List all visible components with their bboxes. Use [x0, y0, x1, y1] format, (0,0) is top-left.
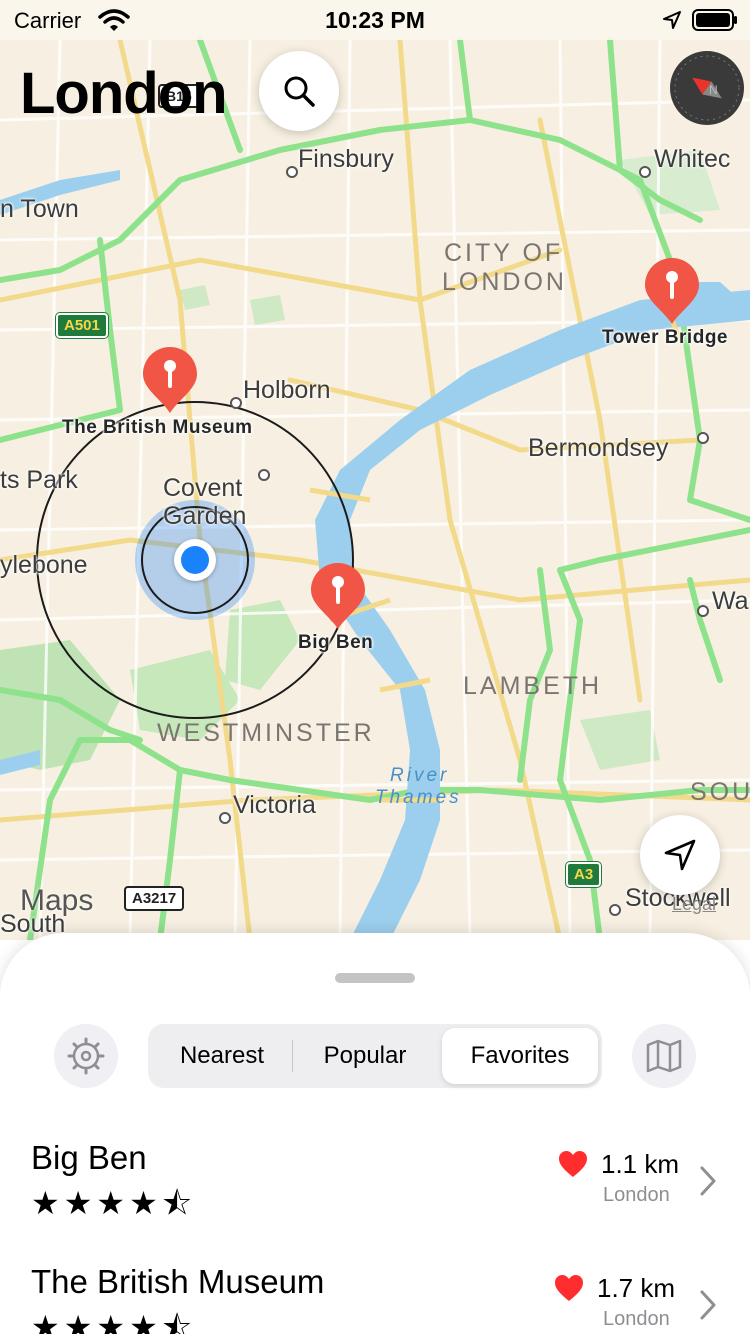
page-title: London: [20, 61, 228, 126]
list-item[interactable]: The British Museum ★★★★⯪ 1.7 km London: [0, 1257, 750, 1334]
list-item[interactable]: Big Ben ★★★★⯪ 1.1 km London: [0, 1133, 750, 1257]
heart-icon[interactable]: [558, 1150, 588, 1178]
river-label: River: [390, 765, 450, 786]
item-city: London: [603, 1184, 670, 1206]
item-city: London: [603, 1308, 670, 1330]
pin-label[interactable]: Big Ben: [298, 632, 373, 654]
item-title: Big Ben: [31, 1139, 147, 1176]
road-shield: A501: [56, 313, 108, 338]
place-label: n Town: [0, 195, 79, 223]
place-label: Garden: [163, 502, 247, 530]
item-distance: 1.7 km: [597, 1273, 676, 1303]
place-label: Finsbury: [298, 145, 394, 173]
status-bar: Carrier 10:23 PM: [0, 0, 750, 40]
user-location-dot[interactable]: [174, 539, 216, 581]
pin-label[interactable]: The British Museum: [62, 417, 253, 439]
compass-icon[interactable]: N: [669, 50, 745, 126]
svg-text:N: N: [709, 83, 718, 97]
area-label-westminster: WESTMINSTER: [157, 719, 375, 747]
legal-link[interactable]: Legal: [672, 894, 716, 915]
place-label: ts Park: [0, 466, 78, 494]
search-icon: [284, 76, 315, 107]
gear-icon: [67, 1037, 105, 1075]
river-label: Thames: [375, 787, 462, 808]
map-pin-icon[interactable]: [643, 256, 701, 328]
place-label: Holborn: [243, 376, 331, 404]
area-label-lambeth: LAMBETH: [463, 672, 603, 700]
maps-logo: Maps: [20, 884, 94, 917]
location-arrow-icon: [663, 11, 681, 29]
map-view[interactable]: CITY OF LONDON LAMBETH WESTMINSTER Finsb…: [0, 0, 750, 940]
map-pin-icon[interactable]: [309, 561, 367, 633]
rating-stars: ★★★★⯪: [31, 1308, 197, 1334]
item-title: The British Museum: [31, 1263, 325, 1300]
settings-button[interactable]: [54, 1024, 118, 1088]
heart-icon[interactable]: [554, 1274, 584, 1302]
map-view-button[interactable]: [632, 1024, 696, 1088]
item-distance: 1.1 km: [601, 1149, 680, 1179]
segment-nearest[interactable]: Nearest: [152, 1028, 292, 1084]
place-label: SOU: [690, 778, 750, 806]
place-label: Bermondsey: [528, 434, 669, 462]
map-pin-icon[interactable]: [141, 345, 199, 417]
place-label: Covent: [163, 474, 243, 502]
road-shield: A3217: [124, 886, 185, 911]
sheet-grabber[interactable]: [335, 973, 415, 983]
place-label: Whitec: [654, 145, 731, 173]
pin-label[interactable]: Tower Bridge: [602, 327, 728, 349]
segment-favorites[interactable]: Favorites: [442, 1028, 598, 1084]
battery-icon: [692, 9, 737, 31]
place-label: ylebone: [0, 551, 88, 579]
search-button[interactable]: [259, 51, 339, 131]
area-label-city: CITY OF: [444, 239, 564, 267]
road-shield: A3: [566, 862, 602, 887]
map-icon: [646, 1039, 682, 1073]
chevron-right-icon: [700, 1166, 716, 1196]
place-label: Victoria: [233, 791, 316, 819]
navigation-arrow-icon: [664, 839, 696, 871]
rating-stars: ★★★★⯪: [31, 1184, 197, 1222]
area-label-city: LONDON: [442, 268, 567, 296]
status-time: 10:23 PM: [325, 7, 425, 33]
segment-popular[interactable]: Popular: [292, 1028, 438, 1084]
segment-control: Nearest Popular Favorites: [148, 1024, 602, 1088]
place-label: Wa: [712, 587, 749, 615]
chevron-right-icon: [700, 1290, 716, 1320]
locate-me-button[interactable]: [640, 815, 720, 895]
bottom-sheet[interactable]: Nearest Popular Favorites Big Ben ★★★★⯪ …: [0, 933, 750, 1334]
